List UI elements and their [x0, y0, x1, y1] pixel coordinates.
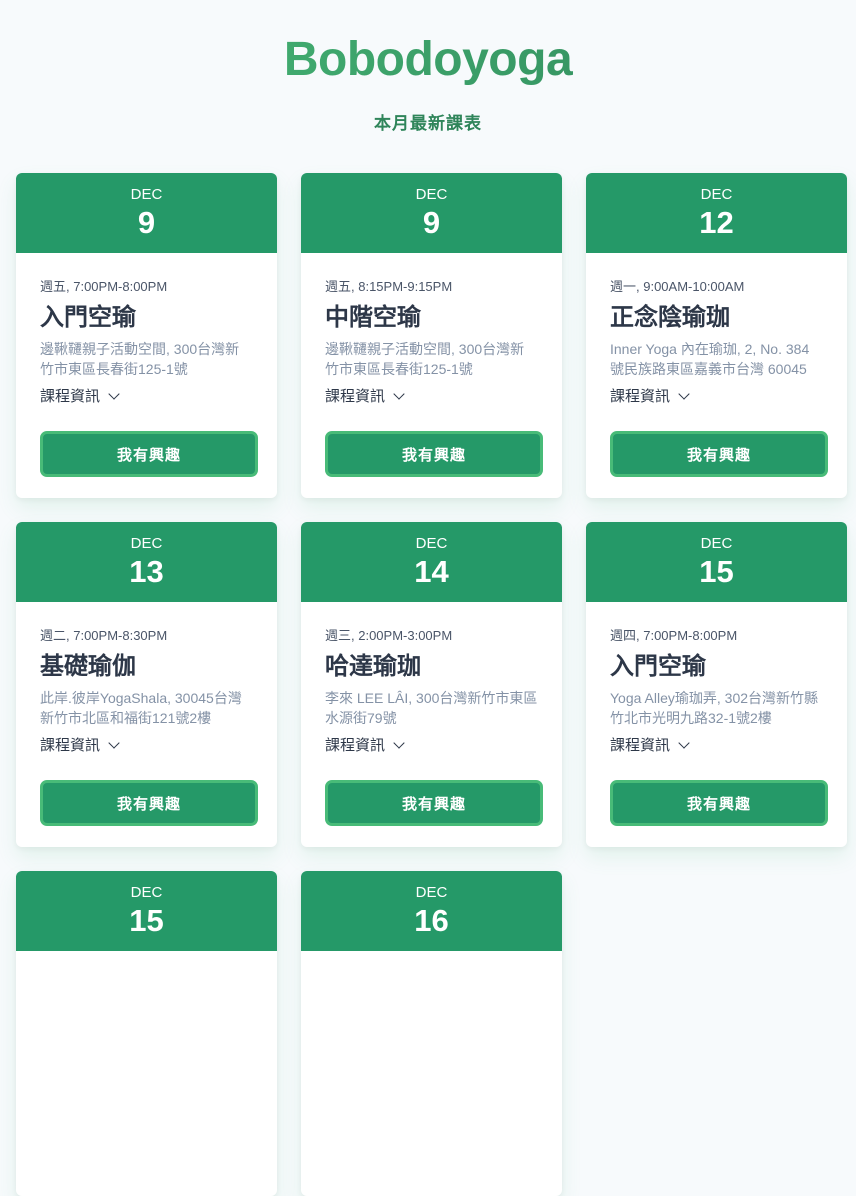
class-details: 週五, 7:00PM-8:00PM 入門空瑜 邊鞦韆親子活動空間, 300台灣新…: [16, 253, 277, 477]
class-time: 週四, 7:00PM-8:00PM: [610, 628, 738, 643]
chevron-down-icon: [108, 388, 120, 400]
details-toggle[interactable]: 課程資訊: [40, 387, 253, 407]
date-day: 16: [414, 903, 449, 938]
date-badge: DEC 9: [16, 173, 277, 253]
details-label: 課程資訊: [325, 388, 386, 405]
date-badge: DEC 12: [586, 173, 847, 253]
class-details: 週一, 9:00AM-10:00AM 正念陰瑜珈 Inner Yoga 內在瑜珈…: [586, 253, 847, 477]
class-card: DEC 12 週一, 9:00AM-10:00AM 正念陰瑜珈 Inner Yo…: [586, 173, 847, 498]
class-location: Inner Yoga 內在瑜珈, 2, No. 384號民族路東區嘉義市台灣 6…: [610, 341, 810, 377]
class-name: 入門空瑜: [610, 653, 706, 680]
date-month: DEC: [130, 535, 163, 552]
page-header: Bobodoyoga 本月最新課表: [0, 0, 856, 134]
date-day: 14: [414, 554, 449, 589]
details-toggle[interactable]: 課程資訊: [610, 736, 823, 756]
interested-button[interactable]: 我有興趣: [325, 780, 543, 826]
details-toggle[interactable]: 課程資訊: [325, 387, 538, 407]
class-details: 週三, 2:00PM-3:00PM 哈達瑜珈 李來 LEE LÂI, 300台灣…: [301, 602, 562, 826]
chevron-down-icon: [678, 737, 690, 749]
date-day: 13: [129, 554, 164, 589]
class-name: 哈達瑜珈: [325, 653, 421, 680]
date-badge: DEC 9: [301, 173, 562, 253]
date-month: DEC: [130, 884, 163, 901]
interested-button[interactable]: 我有興趣: [325, 431, 543, 477]
date-month: DEC: [130, 186, 163, 203]
brand-logo: Bobodoyoga: [0, 32, 856, 88]
details-label: 課程資訊: [610, 388, 671, 405]
chevron-down-icon: [108, 737, 120, 749]
class-name: 中階空瑜: [325, 304, 421, 331]
class-location: 此岸.彼岸YogaShala, 30045台灣新竹市北區和福街121號2樓: [40, 690, 242, 726]
class-card: DEC 16: [301, 871, 562, 1196]
chevron-down-icon: [393, 737, 405, 749]
interested-button[interactable]: 我有興趣: [610, 780, 828, 826]
date-day: 15: [699, 554, 734, 589]
class-location: 邊鞦韆親子活動空間, 300台灣新竹市東區長春街125-1號: [40, 341, 240, 377]
class-name: 正念陰瑜珈: [610, 304, 730, 331]
date-badge: DEC 13: [16, 522, 277, 602]
date-month: DEC: [700, 535, 733, 552]
date-month: DEC: [700, 186, 733, 203]
class-grid: DEC 9 週五, 7:00PM-8:00PM 入門空瑜 邊鞦韆親子活動空間, …: [16, 173, 847, 1196]
class-time: 週五, 8:15PM-9:15PM: [325, 279, 453, 294]
class-name: 基礎瑜伽: [40, 653, 136, 680]
interested-button[interactable]: 我有興趣: [40, 780, 258, 826]
class-details: 週二, 7:00PM-8:30PM 基礎瑜伽 此岸.彼岸YogaShala, 3…: [16, 602, 277, 826]
class-card: DEC 9 週五, 8:15PM-9:15PM 中階空瑜 邊鞦韆親子活動空間, …: [301, 173, 562, 498]
chevron-down-icon: [393, 388, 405, 400]
interested-button[interactable]: 我有興趣: [610, 431, 828, 477]
details-label: 課程資訊: [40, 737, 101, 754]
class-time: 週三, 2:00PM-3:00PM: [325, 628, 453, 643]
details-label: 課程資訊: [610, 737, 671, 754]
class-card: DEC 13 週二, 7:00PM-8:30PM 基礎瑜伽 此岸.彼岸YogaS…: [16, 522, 277, 847]
details-label: 課程資訊: [325, 737, 386, 754]
date-day: 12: [699, 205, 734, 240]
class-location: 李來 LEE LÂI, 300台灣新竹市東區水源街79號: [325, 690, 538, 726]
class-location: Yoga Alley瑜珈弄, 302台灣新竹縣竹北市光明九路32-1號2樓: [610, 690, 819, 726]
page-subtitle: 本月最新課表: [374, 114, 482, 133]
class-card: DEC 14 週三, 2:00PM-3:00PM 哈達瑜珈 李來 LEE LÂI…: [301, 522, 562, 847]
date-day: 9: [422, 205, 441, 240]
class-card: DEC 9 週五, 7:00PM-8:00PM 入門空瑜 邊鞦韆親子活動空間, …: [16, 173, 277, 498]
date-month: DEC: [415, 535, 448, 552]
date-month: DEC: [415, 884, 448, 901]
class-time: 週一, 9:00AM-10:00AM: [610, 279, 745, 294]
class-details: 週四, 7:00PM-8:00PM 入門空瑜 Yoga Alley瑜珈弄, 30…: [586, 602, 847, 826]
interested-button[interactable]: 我有興趣: [40, 431, 258, 477]
class-card: DEC 15 週四, 7:00PM-8:00PM 入門空瑜 Yoga Alley…: [586, 522, 847, 847]
class-card: DEC 15: [16, 871, 277, 1196]
date-badge: DEC 15: [16, 871, 277, 951]
class-name: 入門空瑜: [40, 304, 136, 331]
date-day: 9: [137, 205, 156, 240]
details-toggle[interactable]: 課程資訊: [40, 736, 253, 756]
class-time: 週五, 7:00PM-8:00PM: [40, 279, 168, 294]
class-details: 週五, 8:15PM-9:15PM 中階空瑜 邊鞦韆親子活動空間, 300台灣新…: [301, 253, 562, 477]
details-toggle[interactable]: 課程資訊: [610, 387, 823, 407]
date-month: DEC: [415, 186, 448, 203]
date-badge: DEC 15: [586, 522, 847, 602]
chevron-down-icon: [678, 388, 690, 400]
date-badge: DEC 14: [301, 522, 562, 602]
details-toggle[interactable]: 課程資訊: [325, 736, 538, 756]
class-location: 邊鞦韆親子活動空間, 300台灣新竹市東區長春街125-1號: [325, 341, 525, 377]
date-day: 15: [129, 903, 164, 938]
date-badge: DEC 16: [301, 871, 562, 951]
class-time: 週二, 7:00PM-8:30PM: [40, 628, 168, 643]
details-label: 課程資訊: [40, 388, 101, 405]
